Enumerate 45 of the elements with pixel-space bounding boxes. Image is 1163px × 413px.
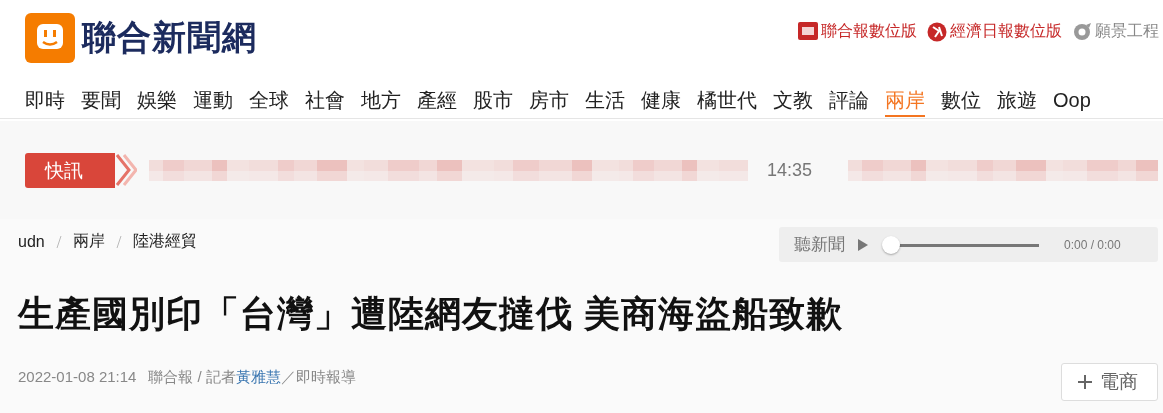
partner-link[interactable]: 聯合報數位版 <box>798 21 917 42</box>
partner-link[interactable]: 經濟日報數位版 <box>927 21 1062 42</box>
nav-tab[interactable]: 地方 <box>361 88 401 115</box>
nav-tab[interactable]: 要聞 <box>81 88 121 115</box>
nav-tab[interactable]: 即時 <box>25 88 65 115</box>
breadcrumb-separator <box>54 234 63 249</box>
nav-tab[interactable]: 房市 <box>529 88 569 115</box>
site-title[interactable]: 聯合新聞網 <box>82 15 257 61</box>
reporter-link[interactable]: 黃雅慧 <box>235 367 281 387</box>
newspaper-icon <box>798 21 818 42</box>
nav-tab[interactable]: 產經 <box>417 88 457 115</box>
breadcrumb-link[interactable]: 兩岸 <box>72 231 105 252</box>
ticker-time: 14:35 <box>767 159 813 181</box>
follow-button[interactable]: 電商 <box>1061 363 1158 401</box>
breadcrumb-separator <box>114 234 123 249</box>
player-time: 0:00 / 0:00 <box>1064 237 1121 252</box>
play-icon[interactable] <box>857 237 869 252</box>
publish-date: 2022-01-08 21:14 <box>18 367 137 387</box>
nav-tab[interactable]: Oop <box>1053 88 1091 115</box>
partner-link[interactable]: 願景工程 <box>1072 21 1159 42</box>
nav-tab[interactable]: 生活 <box>585 88 625 115</box>
player-label: 聽新聞 <box>794 234 845 256</box>
logo-icon <box>25 13 75 63</box>
chevron-icon <box>115 153 137 187</box>
nav-tab[interactable]: 評論 <box>829 88 869 115</box>
nav-tab[interactable]: 旅遊 <box>997 88 1037 115</box>
breadcrumb-link[interactable]: udn <box>18 232 45 251</box>
eye-icon <box>1072 21 1092 42</box>
emblem-icon <box>927 21 947 42</box>
article-headline: 生產國別印「台灣」遭陸網友撻伐 美商海盜船致歉 <box>18 292 844 336</box>
nav-tab[interactable]: 娛樂 <box>137 88 177 115</box>
byline: 聯合報 / 記者 <box>148 367 236 387</box>
nav-tab[interactable]: 運動 <box>193 88 233 115</box>
nav-tab[interactable]: 文教 <box>773 88 813 115</box>
nav-tab[interactable]: 股市 <box>473 88 513 115</box>
byline-suffix: ／即時報導 <box>280 367 356 387</box>
breadcrumb-link[interactable]: 陸港經貿 <box>132 231 197 252</box>
nav-tab[interactable]: 社會 <box>305 88 345 115</box>
nav-tab[interactable]: 健康 <box>641 88 681 115</box>
nav-tab[interactable]: 全球 <box>249 88 289 115</box>
plus-icon <box>1078 375 1092 389</box>
breaking-news-badge: 快訊 <box>25 152 115 188</box>
nav-tab[interactable]: 數位 <box>941 88 981 115</box>
progress-thumb[interactable] <box>882 235 900 254</box>
nav-tab[interactable]: 橘世代 <box>697 88 757 115</box>
